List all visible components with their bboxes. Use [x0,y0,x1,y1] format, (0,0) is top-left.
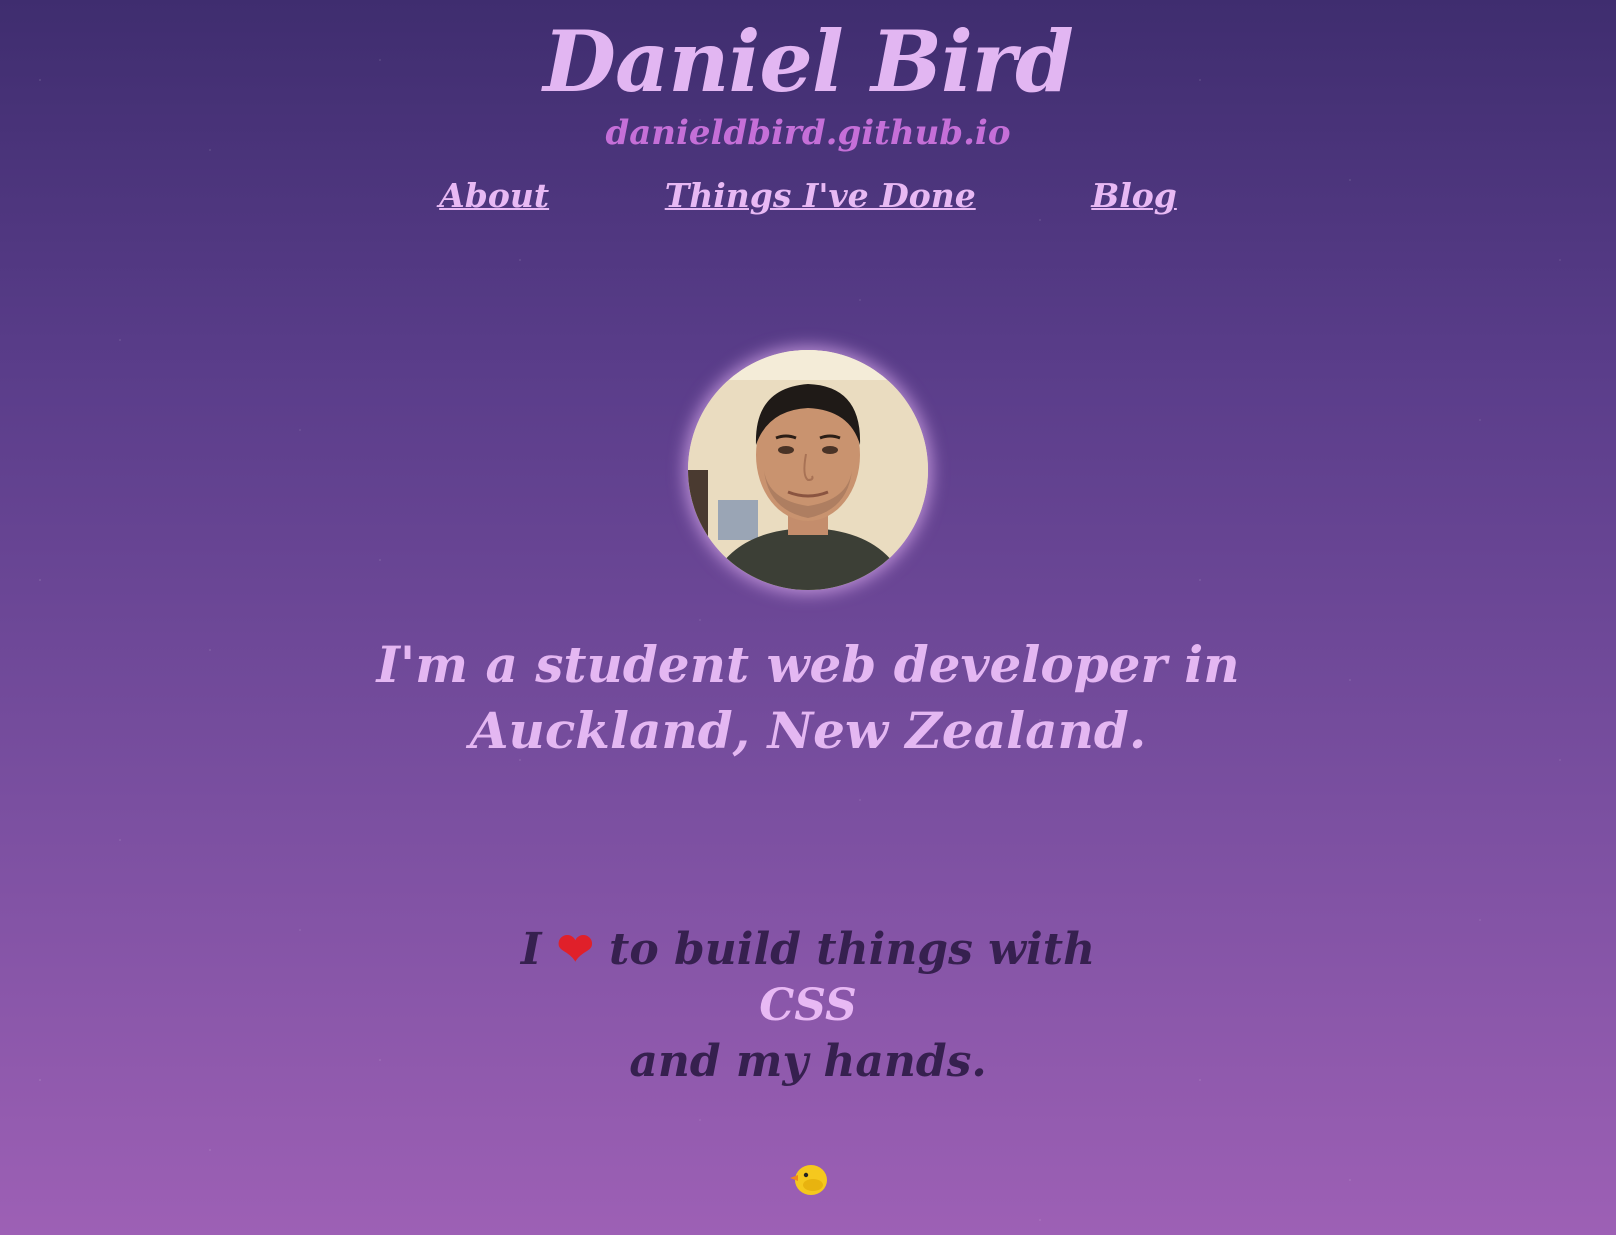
main-nav: About Things I've Done Blog [0,176,1616,215]
love-line-3: and my hands. [629,1036,987,1087]
love-line-1-rest: to build things with [609,924,1096,975]
love-line-1: I ❤ to build things with [0,922,1616,978]
chick-icon [788,1158,828,1198]
love-statement: I ❤ to build things with CSS and my hand… [0,922,1616,1090]
site-header: Daniel Bird danieldbird.github.io [0,12,1616,154]
nav-link-things-ive-done[interactable]: Things I've Done [665,176,976,215]
site-title: Daniel Bird [543,12,1074,111]
avatar [688,350,928,590]
intro-line-2: Auckland, New Zealand. [469,701,1147,760]
love-prefix: I [520,924,542,975]
intro-text: I'm a student web developer in Auckland,… [0,632,1616,764]
site-url: danieldbird.github.io [605,113,1011,153]
intro-line-1: I'm a student web developer in [376,635,1240,694]
css-highlight: CSS [759,980,857,1031]
profile-photo [688,350,928,590]
nav-link-blog[interactable]: Blog [1091,176,1177,215]
nav-link-about[interactable]: About [439,176,549,215]
heart-icon: ❤ [556,924,594,975]
